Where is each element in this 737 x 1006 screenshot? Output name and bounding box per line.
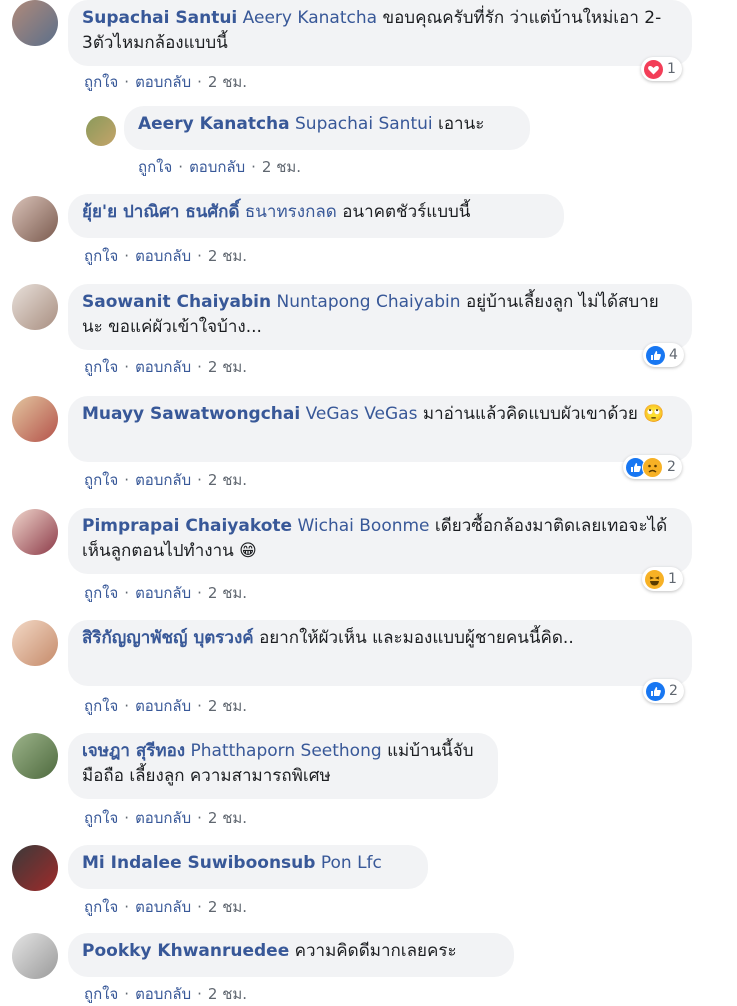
comment-bubble: Pookky Khwanruedee ความคิดดีมากเลยคระ xyxy=(68,933,514,977)
avatar[interactable] xyxy=(12,284,58,330)
comment-author[interactable]: Pimprapai Chaiyakote xyxy=(82,516,292,536)
comment-mention[interactable]: Supachai Santui xyxy=(295,114,433,134)
like-icon xyxy=(646,681,665,701)
reaction-badge[interactable]: 2 xyxy=(643,679,684,703)
avatar[interactable] xyxy=(12,733,58,779)
timestamp[interactable]: 2 ชม. xyxy=(208,358,247,376)
comment-mention[interactable]: Wichai Boonme xyxy=(297,516,429,536)
comment-mention[interactable]: Aeery Kanatcha xyxy=(243,8,377,28)
reply-link[interactable]: ตอบกลับ xyxy=(135,73,191,91)
reply-link[interactable]: ตอบกลับ xyxy=(135,809,191,827)
reply-link[interactable]: ตอบกลับ xyxy=(135,697,191,715)
like-link[interactable]: ถูกใจ xyxy=(84,247,118,265)
timestamp[interactable]: 2 ชม. xyxy=(208,471,247,489)
avatar[interactable] xyxy=(12,196,58,242)
reply-link[interactable]: ตอบกลับ xyxy=(135,584,191,602)
comment-bubble: Muayy Sawatwongchai VeGas VeGas มาอ่านแล… xyxy=(68,396,692,462)
comment-author[interactable]: เจษฎา สุรีทอง xyxy=(82,741,185,761)
reaction-count: 2 xyxy=(669,683,678,699)
like-link[interactable]: ถูกใจ xyxy=(84,985,118,1003)
comment-actions: ถูกใจ · ตอบกลับ · 2 ชม. xyxy=(84,358,248,376)
reply-link[interactable]: ตอบกลับ xyxy=(135,358,191,376)
comment-author[interactable]: Supachai Santui xyxy=(82,8,237,28)
like-link[interactable]: ถูกใจ xyxy=(84,358,118,376)
comment-author[interactable]: สิริกัญญาพัชญ์ บุตรวงค์ xyxy=(82,628,254,648)
comment-actions: ถูกใจ · ตอบกลับ · 2 ชม. xyxy=(84,73,248,91)
like-link[interactable]: ถูกใจ xyxy=(84,584,118,602)
sad-icon xyxy=(642,456,663,478)
comment-mention[interactable]: Phatthaporn Seethong xyxy=(191,741,382,761)
avatar[interactable] xyxy=(12,933,58,979)
comment-mention[interactable]: Pon Lfc xyxy=(321,853,382,873)
like-link[interactable]: ถูกใจ xyxy=(84,697,118,715)
reply-link[interactable]: ตอบกลับ xyxy=(135,247,191,265)
comment-text: เอานะ xyxy=(432,114,485,134)
comment-mention[interactable]: Nuntapong Chaiyabin xyxy=(276,292,460,312)
reaction-badge[interactable]: 1 xyxy=(641,57,682,81)
reaction-count: 1 xyxy=(668,571,677,587)
avatar[interactable] xyxy=(86,116,116,146)
comment-author[interactable]: Mi Indalee Suwiboonsub xyxy=(82,853,315,873)
timestamp[interactable]: 2 ชม. xyxy=(208,584,247,602)
avatar[interactable] xyxy=(12,845,58,891)
avatar[interactable] xyxy=(12,0,58,46)
comment-bubble: Pimprapai Chaiyakote Wichai Boonme เดียว… xyxy=(68,508,692,574)
comment-bubble: สิริกัญญาพัชญ์ บุตรวงค์ อยากให้ผัวเห็น แ… xyxy=(68,620,692,686)
comment-bubble: Supachai Santui Aeery Kanatcha ขอบคุณครั… xyxy=(68,0,692,66)
timestamp[interactable]: 2 ชม. xyxy=(208,697,247,715)
avatar[interactable] xyxy=(12,620,58,666)
comment-author[interactable]: Pookky Khwanruedee xyxy=(82,941,289,961)
timestamp[interactable]: 2 ชม. xyxy=(208,73,247,91)
reaction-count: 2 xyxy=(667,459,676,475)
reply-link[interactable]: ตอบกลับ xyxy=(135,985,191,1003)
reaction-count: 1 xyxy=(667,61,676,77)
timestamp[interactable]: 2 ชม. xyxy=(208,898,247,916)
comment-text: มาอ่านแล้วคิดแบบผัวเขาด้วย 🙄 xyxy=(417,404,665,424)
comment-mention[interactable]: VeGas VeGas xyxy=(306,404,418,424)
comment-bubble: ยุ้ย'ย ปาณิศา ธนศักดิ์ ธนาทรงกลด อนาคตชั… xyxy=(68,194,564,238)
comment-text: อนาคตชัวร์แบบนี้ xyxy=(336,202,471,222)
avatar[interactable] xyxy=(12,509,58,555)
reaction-count: 4 xyxy=(669,347,678,363)
comment-actions: ถูกใจ · ตอบกลับ · 2 ชม. xyxy=(138,158,302,176)
comment-actions: ถูกใจ · ตอบกลับ · 2 ชม. xyxy=(84,985,248,1003)
reply-link[interactable]: ตอบกลับ xyxy=(189,158,245,176)
comment-author[interactable]: Muayy Sawatwongchai xyxy=(82,404,300,424)
timestamp[interactable]: 2 ชม. xyxy=(208,809,247,827)
comment-author[interactable]: Saowanit Chaiyabin xyxy=(82,292,271,312)
heart-icon xyxy=(644,59,663,79)
reply-link[interactable]: ตอบกลับ xyxy=(135,898,191,916)
comment-actions: ถูกใจ · ตอบกลับ · 2 ชม. xyxy=(84,584,248,602)
like-icon xyxy=(646,345,665,365)
comment-bubble: Saowanit Chaiyabin Nuntapong Chaiyabin อ… xyxy=(68,284,692,350)
reply-link[interactable]: ตอบกลับ xyxy=(135,471,191,489)
avatar[interactable] xyxy=(12,396,58,442)
comment-actions: ถูกใจ · ตอบกลับ · 2 ชม. xyxy=(84,247,248,265)
reaction-badge[interactable]: 4 xyxy=(643,343,684,367)
comment-author[interactable]: ยุ้ย'ย ปาณิศา ธนศักดิ์ xyxy=(82,202,240,222)
timestamp[interactable]: 2 ชม. xyxy=(208,247,247,265)
comment-mention[interactable]: ธนาทรงกลด xyxy=(245,202,337,222)
comment-text: อยากให้ผัวเห็น และมองแบบผู้ชายคนนี้คิด.. xyxy=(259,628,574,648)
comment-bubble: เจษฎา สุรีทอง Phatthaporn Seethong แม่บ้… xyxy=(68,733,498,799)
comment-actions: ถูกใจ · ตอบกลับ · 2 ชม. xyxy=(84,809,248,827)
reaction-badge[interactable]: 2 xyxy=(623,455,682,479)
comment-author[interactable]: Aeery Kanatcha xyxy=(138,114,290,134)
comment-actions: ถูกใจ · ตอบกลับ · 2 ชม. xyxy=(84,898,248,916)
comment-actions: ถูกใจ · ตอบกลับ · 2 ชม. xyxy=(84,471,248,489)
like-link[interactable]: ถูกใจ xyxy=(84,73,118,91)
timestamp[interactable]: 2 ชม. xyxy=(262,158,301,176)
haha-icon xyxy=(645,569,664,589)
comment-text: ความคิดดีมากเลยคระ xyxy=(289,941,457,961)
comment-actions: ถูกใจ · ตอบกลับ · 2 ชม. xyxy=(84,697,248,715)
like-link[interactable]: ถูกใจ xyxy=(84,471,118,489)
like-link[interactable]: ถูกใจ xyxy=(84,898,118,916)
reaction-badge[interactable]: 1 xyxy=(642,567,683,591)
timestamp[interactable]: 2 ชม. xyxy=(208,985,247,1003)
comment-bubble: Aeery Kanatcha Supachai Santui เอานะ xyxy=(124,106,530,150)
comment-bubble: Mi Indalee Suwiboonsub Pon Lfc xyxy=(68,845,428,889)
like-link[interactable]: ถูกใจ xyxy=(84,809,118,827)
like-link[interactable]: ถูกใจ xyxy=(138,158,172,176)
